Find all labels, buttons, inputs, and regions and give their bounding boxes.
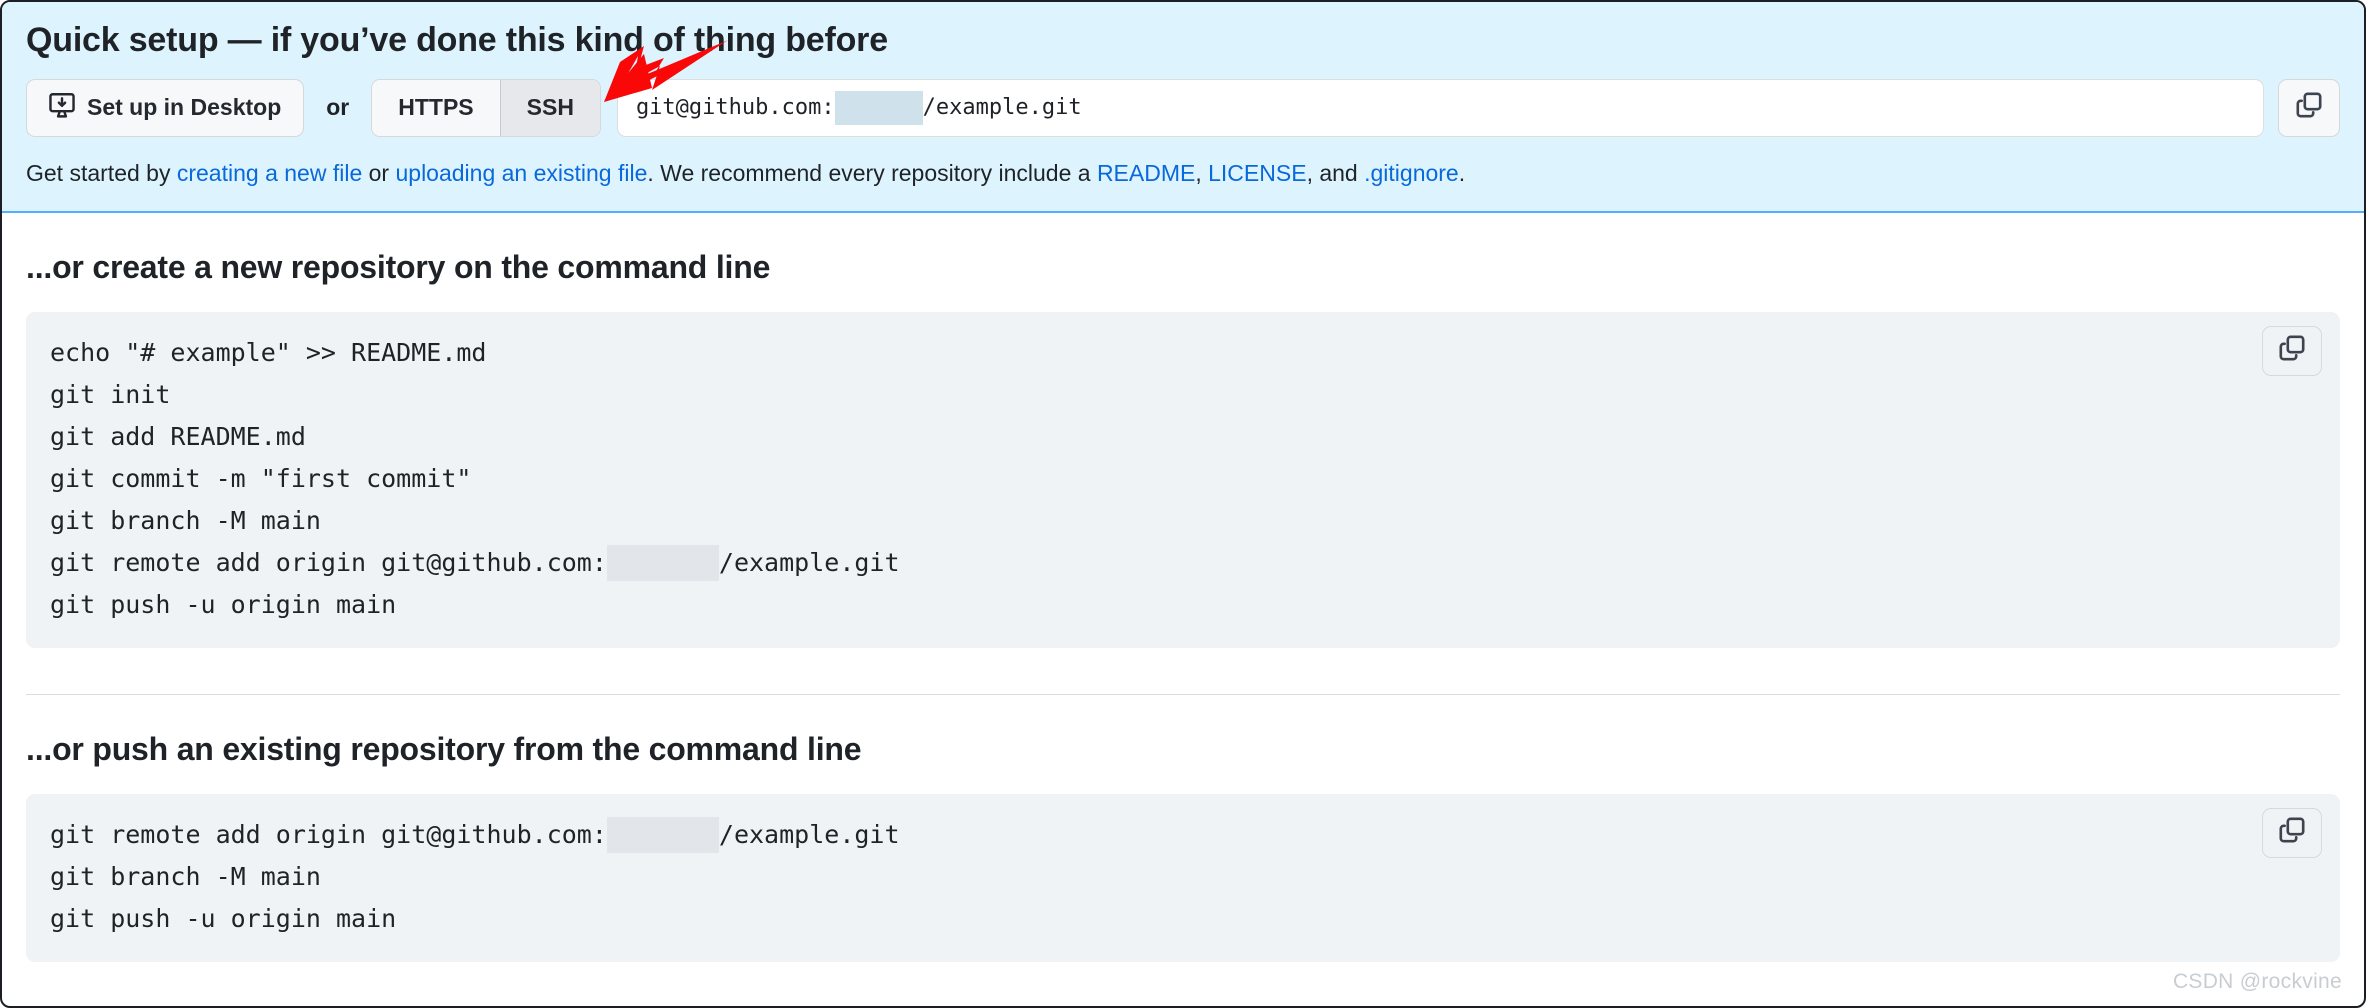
link-gitignore[interactable]: .gitignore (1364, 160, 1459, 186)
link-uploading-an-existing-file[interactable]: uploading an existing file (395, 160, 647, 186)
section-push-existing-repository: ...or push an existing repository from t… (2, 695, 2364, 962)
code-remote-prefix: git remote add origin git@github.com: (50, 819, 607, 849)
code-remote-suffix: /example.git (718, 547, 900, 577)
section-create-new-repository: ...or create a new repository on the com… (2, 213, 2364, 695)
protocol-toggle-group: HTTPS SSH (371, 78, 601, 137)
code-redacted-owner (606, 544, 719, 581)
code-line: git commit -m "first commit" (50, 463, 472, 493)
get-started-comma-1: , (1195, 159, 1209, 186)
quick-setup-title: Quick setup — if you’ve done this kind o… (26, 21, 888, 59)
code-line: git remote add origin git@github.com: /ex… (50, 542, 2316, 584)
watermark-label: CSDN @rockvine (2172, 970, 2342, 993)
section-create-title: ...or create a new repository on the com… (26, 248, 771, 285)
clone-url-suffix: /example.git (922, 95, 1082, 121)
code-line: git branch -M main (50, 505, 321, 535)
quick-setup-banner: Quick setup — if you’ve done this kind o… (2, 2, 2364, 213)
desktop-download-icon (49, 92, 75, 124)
link-readme[interactable]: README (1097, 160, 1195, 186)
set-up-in-desktop-label: Set up in Desktop (87, 94, 282, 121)
code-line: git branch -M main (50, 861, 321, 891)
or-separator-label: or (326, 94, 350, 121)
link-creating-a-new-file[interactable]: creating a new file (177, 160, 362, 186)
code-block-create: echo "# example" >> README.md git init g… (26, 311, 2340, 648)
get-started-lead: Get started by (26, 159, 177, 186)
code-remote-suffix: /example.git (718, 819, 900, 849)
set-up-in-desktop-button[interactable]: Set up in Desktop (26, 78, 305, 137)
clone-url-prefix: git@github.com: (635, 95, 835, 121)
code-line: git add README.md (50, 421, 306, 451)
get-started-period: . (1458, 159, 1466, 186)
clone-url-text: git@github.com: /example.git (635, 90, 1082, 125)
clone-controls-row: Set up in Desktop or HTTPS SSH git@githu… (26, 78, 2340, 137)
copy-code-push-button[interactable] (2262, 807, 2322, 858)
code-line: git push -u origin main (50, 903, 397, 933)
code-remote-prefix: git remote add origin git@github.com: (50, 547, 607, 577)
copy-icon (2278, 816, 2306, 849)
protocol-ssh-button[interactable]: SSH (499, 79, 600, 136)
copy-icon (2295, 91, 2323, 124)
clone-url-redacted-owner (834, 90, 923, 125)
get-started-or: or (362, 159, 396, 186)
code-line: echo "# example" >> README.md (50, 337, 487, 367)
copy-icon (2278, 334, 2306, 367)
link-license[interactable]: LICENSE (1208, 160, 1306, 186)
repository-quick-setup-page: Quick setup — if you’ve done this kind o… (0, 0, 2366, 1008)
clone-url-input[interactable]: git@github.com: /example.git (616, 78, 2264, 137)
get-started-and: , and (1306, 159, 1365, 186)
get-started-text: Get started by creating a new file or up… (26, 157, 2340, 189)
copy-clone-url-button[interactable] (2278, 78, 2340, 137)
protocol-https-button[interactable]: HTTPS (372, 79, 500, 136)
code-line: git push -u origin main (50, 589, 397, 619)
copy-code-create-button[interactable] (2262, 325, 2322, 376)
code-line: git remote add origin git@github.com: /ex… (50, 814, 2316, 856)
code-line: git init (50, 379, 171, 409)
section-push-title: ...or push an existing repository from t… (26, 730, 862, 767)
get-started-recommend: . We recommend every repository include … (647, 159, 1097, 186)
code-redacted-owner (606, 816, 719, 853)
code-block-push: git remote add origin git@github.com: /ex… (26, 793, 2340, 962)
